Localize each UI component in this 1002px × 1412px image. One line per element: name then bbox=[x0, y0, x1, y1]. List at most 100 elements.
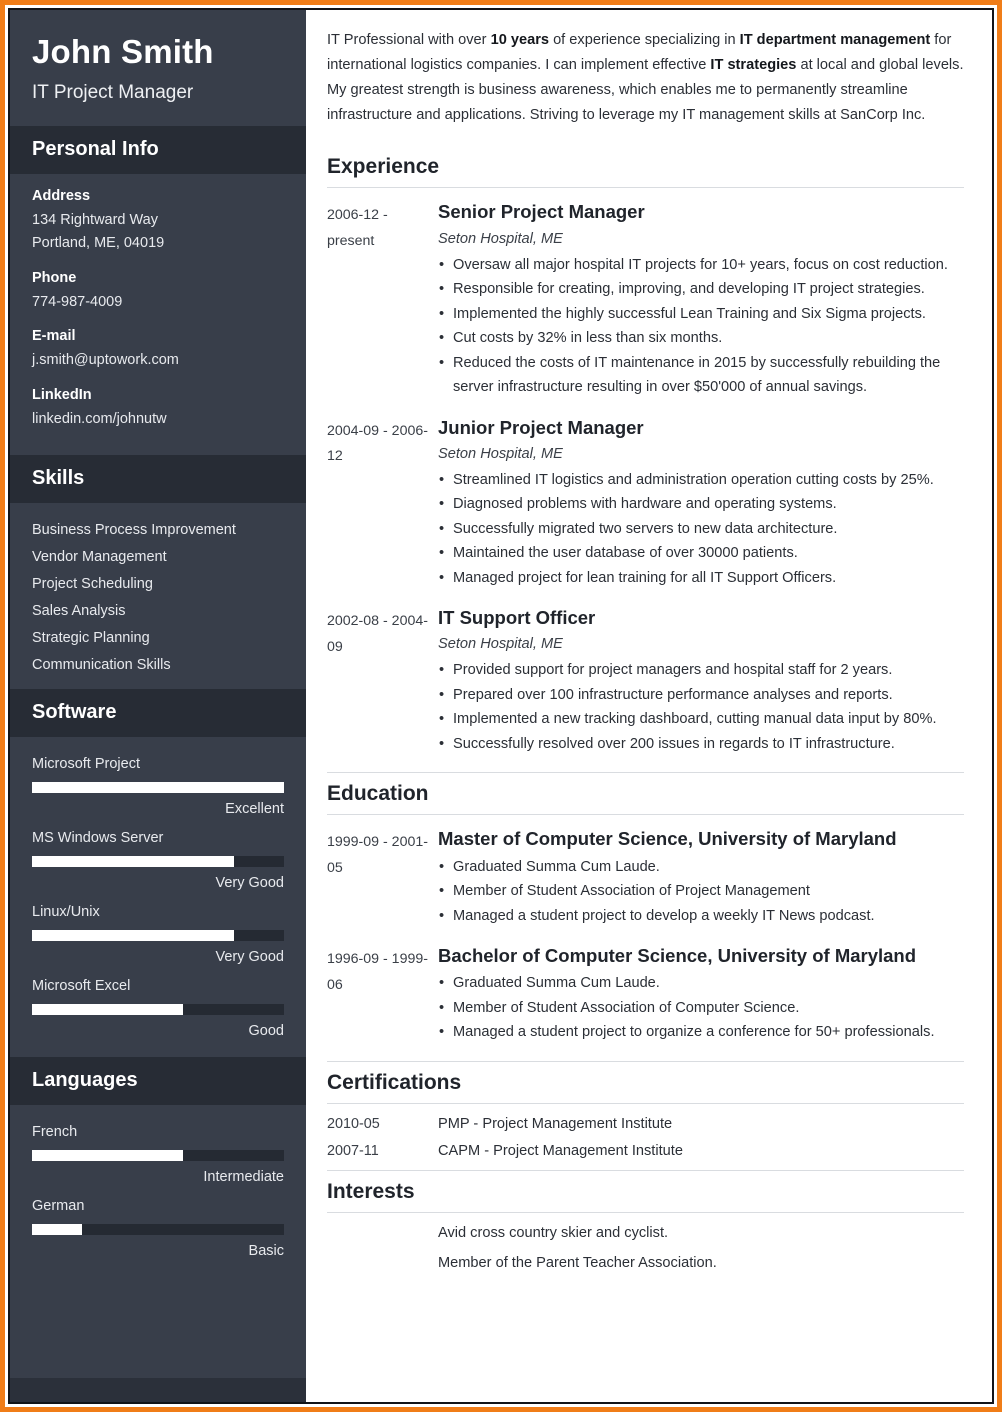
languages-list: French Intermediate German Basic bbox=[10, 1105, 306, 1277]
sidebar-heading-skills: Skills bbox=[10, 455, 306, 504]
interest-row: Avid cross country skier and cyclist. bbox=[327, 1225, 964, 1241]
software-item-bar-track bbox=[32, 930, 284, 942]
resume-document: John Smith IT Project Manager Personal I… bbox=[8, 8, 994, 1404]
experience-entry-list: 2006-12 - present Senior Project Manager S… bbox=[327, 200, 964, 756]
entry-title: IT Support Officer bbox=[438, 607, 596, 629]
entry-bullet: Graduated Summa Cum Laude. bbox=[438, 971, 964, 996]
language-item-name: German bbox=[32, 1198, 85, 1215]
entry-bullet: Managed project for lean training for al… bbox=[438, 566, 964, 591]
entry-body: Master of Computer Science, University o… bbox=[438, 827, 964, 928]
entry-bullet-list: Streamlined IT logistics and administrat… bbox=[438, 468, 964, 591]
skills-list: Business Process Improvement Vendor Manag… bbox=[10, 503, 306, 689]
section-certifications: Certifications 2010-05 PMP - Project Mana… bbox=[327, 1060, 964, 1159]
personal-info-list: Address 134 Rightward Way Portland, ME, 04… bbox=[10, 174, 306, 455]
software-item-bar-fill bbox=[32, 856, 234, 868]
language-item-bar-track bbox=[32, 1224, 284, 1236]
entry-title: Bachelor of Computer Science, University… bbox=[438, 945, 917, 967]
software-item: Linux/Unix Very Good bbox=[32, 899, 284, 973]
skill-item: Project Scheduling bbox=[32, 576, 153, 593]
education-entry-list: 1999-09 - 2001-05 Master of Computer Scie… bbox=[327, 827, 964, 1044]
software-item: MS Windows Server Very Good bbox=[32, 825, 284, 899]
contact-block: Address 134 Rightward Way Portland, ME, 04… bbox=[32, 188, 284, 256]
summary-text-run: IT Professional with over bbox=[327, 32, 491, 48]
entry-bullet: Member of Student Association of Project… bbox=[438, 879, 964, 904]
entry-bullet: Provided support for project managers an… bbox=[438, 658, 964, 683]
contact-value: 774-987-4009 bbox=[32, 293, 123, 310]
entry-bullet-list: Oversaw all major hospital IT projects f… bbox=[438, 253, 964, 400]
entry: 1996-09 - 1999-06 Bachelor of Computer Sc… bbox=[327, 944, 964, 1045]
language-item-name: French bbox=[32, 1124, 78, 1141]
entry-bullet: Reduced the costs of IT maintenance in 2… bbox=[438, 351, 964, 400]
certification-date: 2010-05 bbox=[327, 1115, 380, 1132]
sidebar-heading-software: Software bbox=[10, 689, 306, 738]
language-item-bar-track bbox=[32, 1150, 284, 1162]
interest-spacer bbox=[327, 1255, 438, 1271]
contact-value: j.smith@uptowork.com bbox=[32, 352, 179, 369]
entry-bullet: Cut costs by 32% in less than six months… bbox=[438, 326, 964, 351]
software-item-level: Excellent bbox=[225, 801, 284, 818]
skill-item: Business Process Improvement bbox=[32, 522, 236, 539]
section-education: Education 1999-09 - 2001-05 Master of Com… bbox=[327, 772, 964, 1044]
software-item-name: Linux/Unix bbox=[32, 904, 100, 921]
section-title-education: Education bbox=[327, 772, 964, 816]
entry: 2002-08 - 2004-09 IT Support Officer Seton… bbox=[327, 606, 964, 756]
software-item: Microsoft Excel Good bbox=[32, 973, 284, 1047]
contact-value: 134 Rightward Way Portland, ME, 04019 bbox=[32, 211, 165, 252]
entry-dates: 1996-09 - 1999-06 bbox=[327, 951, 428, 993]
identity-block: John Smith IT Project Manager bbox=[10, 10, 306, 126]
entry-dates: 2004-09 - 2006-12 bbox=[327, 422, 428, 465]
contact-block: E-mail j.smith@uptowork.com bbox=[32, 328, 284, 372]
software-list: Microsoft Project Excellent MS Windows Ser… bbox=[10, 737, 306, 1057]
entry-bullet: Successfully migrated two servers to new… bbox=[438, 517, 964, 542]
software-item-name: MS Windows Server bbox=[32, 830, 164, 847]
entry-bullet: Implemented the highly successful Lean T… bbox=[438, 302, 964, 327]
entry-bullet: Member of Student Association of Compute… bbox=[438, 996, 964, 1021]
entry-employer: Seton Hospital, ME bbox=[438, 445, 563, 462]
summary-emphasis: IT strategies bbox=[710, 57, 797, 74]
interest-spacer bbox=[327, 1225, 438, 1241]
entry-title: Junior Project Manager bbox=[438, 416, 644, 438]
skill-item: Vendor Management bbox=[32, 549, 167, 566]
software-item-level: Very Good bbox=[215, 875, 284, 892]
entry-bullet: Diagnosed problems with hardware and ope… bbox=[438, 492, 964, 517]
interest-text: Member of the Parent Teacher Association… bbox=[438, 1254, 717, 1271]
entry-bullet: Streamlined IT logistics and administrat… bbox=[438, 468, 964, 493]
sidebar: John Smith IT Project Manager Personal I… bbox=[10, 10, 306, 1402]
entry-bullet-list: Provided support for project managers an… bbox=[438, 658, 964, 756]
skill-item: Strategic Planning bbox=[32, 630, 150, 647]
entry-bullet: Maintained the user database of over 300… bbox=[438, 541, 964, 566]
section-title-experience: Experience bbox=[327, 146, 964, 189]
certification-text: PMP - Project Management Institute bbox=[438, 1115, 673, 1132]
summary-emphasis: IT department management bbox=[739, 32, 931, 48]
entry-title: Senior Project Manager bbox=[438, 201, 645, 223]
entry-bullet: Managed a student project to organize a … bbox=[438, 1020, 964, 1045]
entry: 2004-09 - 2006-12 Junior Project Manager S… bbox=[327, 416, 964, 591]
entry-bullet: Successfully resolved over 200 issues in… bbox=[438, 732, 964, 757]
section-experience: Experience 2006-12 - present Senior Proje… bbox=[327, 146, 964, 756]
candidate-job-title: IT Project Manager bbox=[32, 81, 194, 103]
entry-employer: Seton Hospital, ME bbox=[438, 636, 563, 653]
software-item-level: Good bbox=[248, 1023, 284, 1040]
entry: 1999-09 - 2001-05 Master of Computer Scie… bbox=[327, 827, 964, 928]
software-item-bar-fill bbox=[32, 930, 234, 942]
contact-label: E-mail bbox=[32, 328, 76, 345]
entry-bullet-list: Graduated Summa Cum Laude.Member of Stud… bbox=[438, 855, 964, 929]
language-item-bar-fill bbox=[32, 1224, 83, 1236]
main-content: IT Professional with over 10 years of ex… bbox=[306, 10, 992, 1402]
interest-row: Member of the Parent Teacher Association… bbox=[327, 1255, 964, 1271]
contact-block: Phone 774-987-4009 bbox=[32, 270, 284, 314]
software-item-bar-fill bbox=[32, 782, 284, 794]
software-item-bar-fill bbox=[32, 1004, 184, 1016]
entry-body: IT Support Officer Seton Hospital, ME Prov… bbox=[438, 606, 964, 756]
certification-row: 2010-05 PMP - Project Management Institut… bbox=[327, 1116, 964, 1132]
certification-row: 2007-11 CAPM - Project Management Institu… bbox=[327, 1143, 964, 1159]
entry-bullet: Implemented a new tracking dashboard, cu… bbox=[438, 707, 964, 732]
entry-bullet: Managed a student project to develop a w… bbox=[438, 904, 964, 929]
candidate-name: John Smith bbox=[32, 33, 214, 70]
interest-text: Avid cross country skier and cyclist. bbox=[438, 1224, 669, 1241]
entry-dates: 1999-09 - 2001-05 bbox=[327, 834, 428, 877]
entry-body: Senior Project Manager Seton Hospital, ME… bbox=[438, 200, 964, 399]
entry-bullet: Oversaw all major hospital IT projects f… bbox=[438, 253, 964, 278]
language-item: German Basic bbox=[32, 1193, 284, 1267]
entry-bullet: Graduated Summa Cum Laude. bbox=[438, 855, 964, 880]
